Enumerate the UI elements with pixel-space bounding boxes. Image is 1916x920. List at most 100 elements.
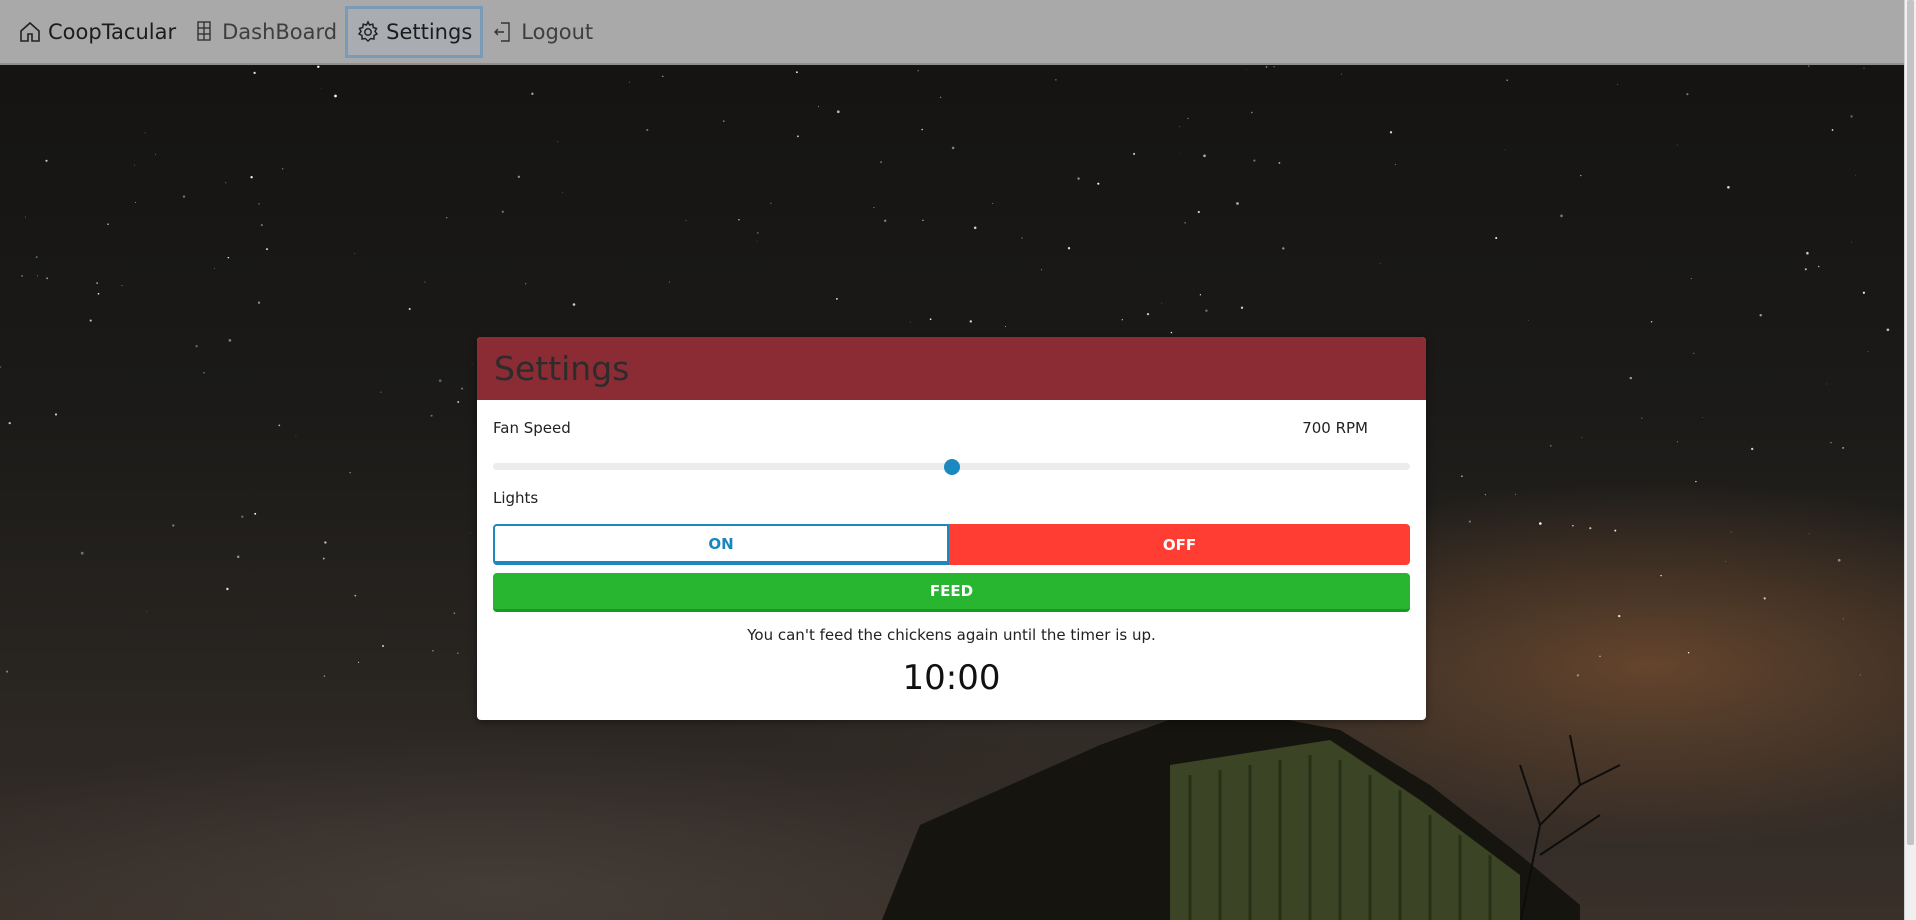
star bbox=[1506, 79, 1509, 82]
settings-card-body: Fan Speed 700 RPM Lights ON OFF FEED You… bbox=[477, 400, 1426, 698]
star bbox=[1560, 214, 1563, 218]
star bbox=[96, 282, 98, 284]
star bbox=[531, 92, 534, 95]
nav-item-logout[interactable]: Logout bbox=[483, 6, 601, 58]
scrollbar-thumb[interactable] bbox=[1907, 0, 1914, 845]
star bbox=[323, 675, 326, 677]
settings-card-header: Settings bbox=[477, 337, 1426, 400]
star bbox=[1527, 320, 1529, 321]
star bbox=[880, 161, 882, 163]
star bbox=[909, 321, 911, 323]
star bbox=[1826, 383, 1828, 385]
nav-item-settings[interactable]: Settings bbox=[345, 5, 484, 58]
star bbox=[1484, 494, 1486, 496]
star bbox=[1394, 163, 1396, 165]
star bbox=[1538, 522, 1542, 525]
star bbox=[770, 202, 772, 205]
feed-timer: 10:00 bbox=[902, 658, 1001, 698]
lights-label: Lights bbox=[493, 489, 539, 507]
star bbox=[382, 645, 384, 647]
star bbox=[260, 224, 263, 227]
star bbox=[1831, 129, 1834, 131]
lights-toggle: ON OFF bbox=[493, 524, 1410, 565]
star bbox=[227, 256, 230, 259]
star bbox=[182, 195, 186, 198]
star bbox=[836, 298, 838, 300]
star bbox=[1133, 152, 1136, 155]
star bbox=[1495, 236, 1498, 240]
dashboard-icon bbox=[192, 20, 216, 44]
star bbox=[6, 670, 9, 673]
star bbox=[354, 594, 357, 597]
star bbox=[358, 661, 360, 663]
star bbox=[1695, 480, 1697, 483]
star bbox=[203, 372, 205, 374]
star bbox=[756, 240, 758, 242]
star bbox=[172, 524, 175, 527]
lights-on-button[interactable]: ON bbox=[493, 524, 949, 565]
star bbox=[1859, 674, 1861, 676]
star bbox=[1759, 313, 1762, 317]
star bbox=[1629, 376, 1632, 380]
star bbox=[818, 106, 820, 108]
star bbox=[1253, 159, 1256, 162]
star bbox=[796, 135, 799, 138]
star bbox=[1461, 475, 1463, 478]
brand-label: CoopTacular bbox=[48, 19, 177, 44]
star bbox=[226, 587, 229, 591]
star bbox=[1389, 131, 1393, 134]
star bbox=[1041, 269, 1043, 271]
star bbox=[45, 159, 48, 162]
star bbox=[1468, 520, 1471, 523]
nav-item-logout-label: Logout bbox=[521, 19, 594, 44]
star bbox=[282, 168, 284, 170]
star bbox=[1837, 558, 1841, 562]
star bbox=[557, 141, 559, 143]
star bbox=[1576, 674, 1580, 677]
star bbox=[254, 512, 257, 515]
star bbox=[951, 146, 955, 150]
star bbox=[453, 612, 456, 615]
star bbox=[1515, 493, 1517, 495]
star bbox=[1203, 154, 1206, 158]
lights-off-button[interactable]: OFF bbox=[949, 524, 1410, 565]
star bbox=[225, 182, 227, 184]
nav-brand-link[interactable]: CoopTacular bbox=[10, 6, 184, 58]
star bbox=[35, 256, 38, 259]
star bbox=[265, 248, 269, 251]
star bbox=[457, 652, 459, 654]
star bbox=[669, 281, 670, 283]
star bbox=[135, 202, 136, 203]
star bbox=[89, 319, 92, 322]
star bbox=[629, 81, 630, 83]
star bbox=[969, 320, 972, 323]
star bbox=[1686, 93, 1689, 96]
settings-card: Settings Fan Speed 700 RPM Lights ON OFF… bbox=[477, 337, 1426, 720]
star bbox=[1265, 66, 1268, 68]
star bbox=[1589, 527, 1592, 530]
star bbox=[795, 71, 798, 74]
star bbox=[646, 128, 649, 132]
nav-item-dashboard[interactable]: DashBoard bbox=[184, 6, 345, 58]
star bbox=[1077, 177, 1080, 180]
star bbox=[1690, 278, 1692, 280]
vertical-scrollbar[interactable] bbox=[1904, 0, 1916, 920]
star bbox=[1650, 321, 1653, 323]
star bbox=[1055, 79, 1057, 81]
star bbox=[562, 192, 564, 193]
star bbox=[1170, 331, 1173, 334]
fan-speed-slider[interactable] bbox=[493, 453, 1410, 483]
star bbox=[320, 87, 322, 89]
star bbox=[1660, 574, 1662, 577]
star bbox=[1184, 222, 1186, 224]
star bbox=[97, 292, 100, 295]
star bbox=[1702, 417, 1703, 418]
feed-button[interactable]: FEED bbox=[493, 573, 1410, 612]
star bbox=[133, 164, 135, 166]
nav-item-dashboard-label: DashBoard bbox=[222, 19, 338, 44]
star bbox=[195, 344, 198, 348]
star bbox=[1862, 291, 1865, 294]
star bbox=[517, 175, 521, 179]
fan-speed-slider-thumb[interactable] bbox=[943, 459, 960, 475]
star bbox=[250, 176, 253, 179]
